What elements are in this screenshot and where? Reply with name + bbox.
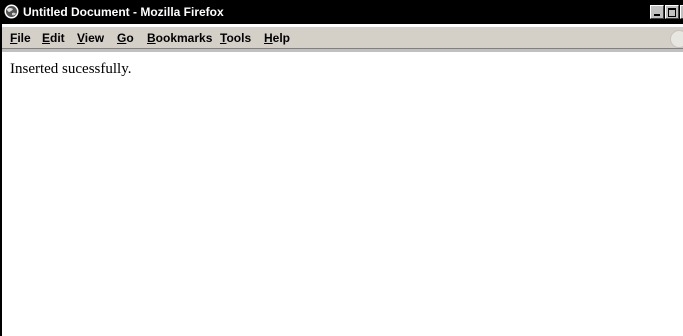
page-content: Inserted sucessfully.	[2, 52, 683, 336]
browser-window: Untitled Document - Mozilla Firefox File…	[0, 0, 683, 336]
window-title: Untitled Document - Mozilla Firefox	[23, 5, 224, 19]
menu-file[interactable]: File	[10, 31, 31, 45]
maximize-icon[interactable]	[665, 5, 679, 19]
menu-edit[interactable]: Edit	[42, 31, 65, 45]
throbber-icon	[670, 30, 683, 48]
menu-bookmarks[interactable]: Bookmarks	[147, 31, 212, 45]
menu-help[interactable]: Help	[264, 31, 290, 45]
title-bar[interactable]: Untitled Document - Mozilla Firefox	[2, 0, 683, 25]
menu-bar: File Edit View Go Bookmarks Tools Help	[2, 27, 683, 49]
status-message: Inserted sucessfully.	[10, 61, 132, 77]
menu-view[interactable]: View	[77, 31, 104, 45]
firefox-globe-icon[interactable]	[4, 4, 19, 19]
menu-go[interactable]: Go	[117, 31, 134, 45]
menu-tools[interactable]: Tools	[220, 31, 251, 45]
minimize-icon[interactable]	[650, 5, 664, 19]
